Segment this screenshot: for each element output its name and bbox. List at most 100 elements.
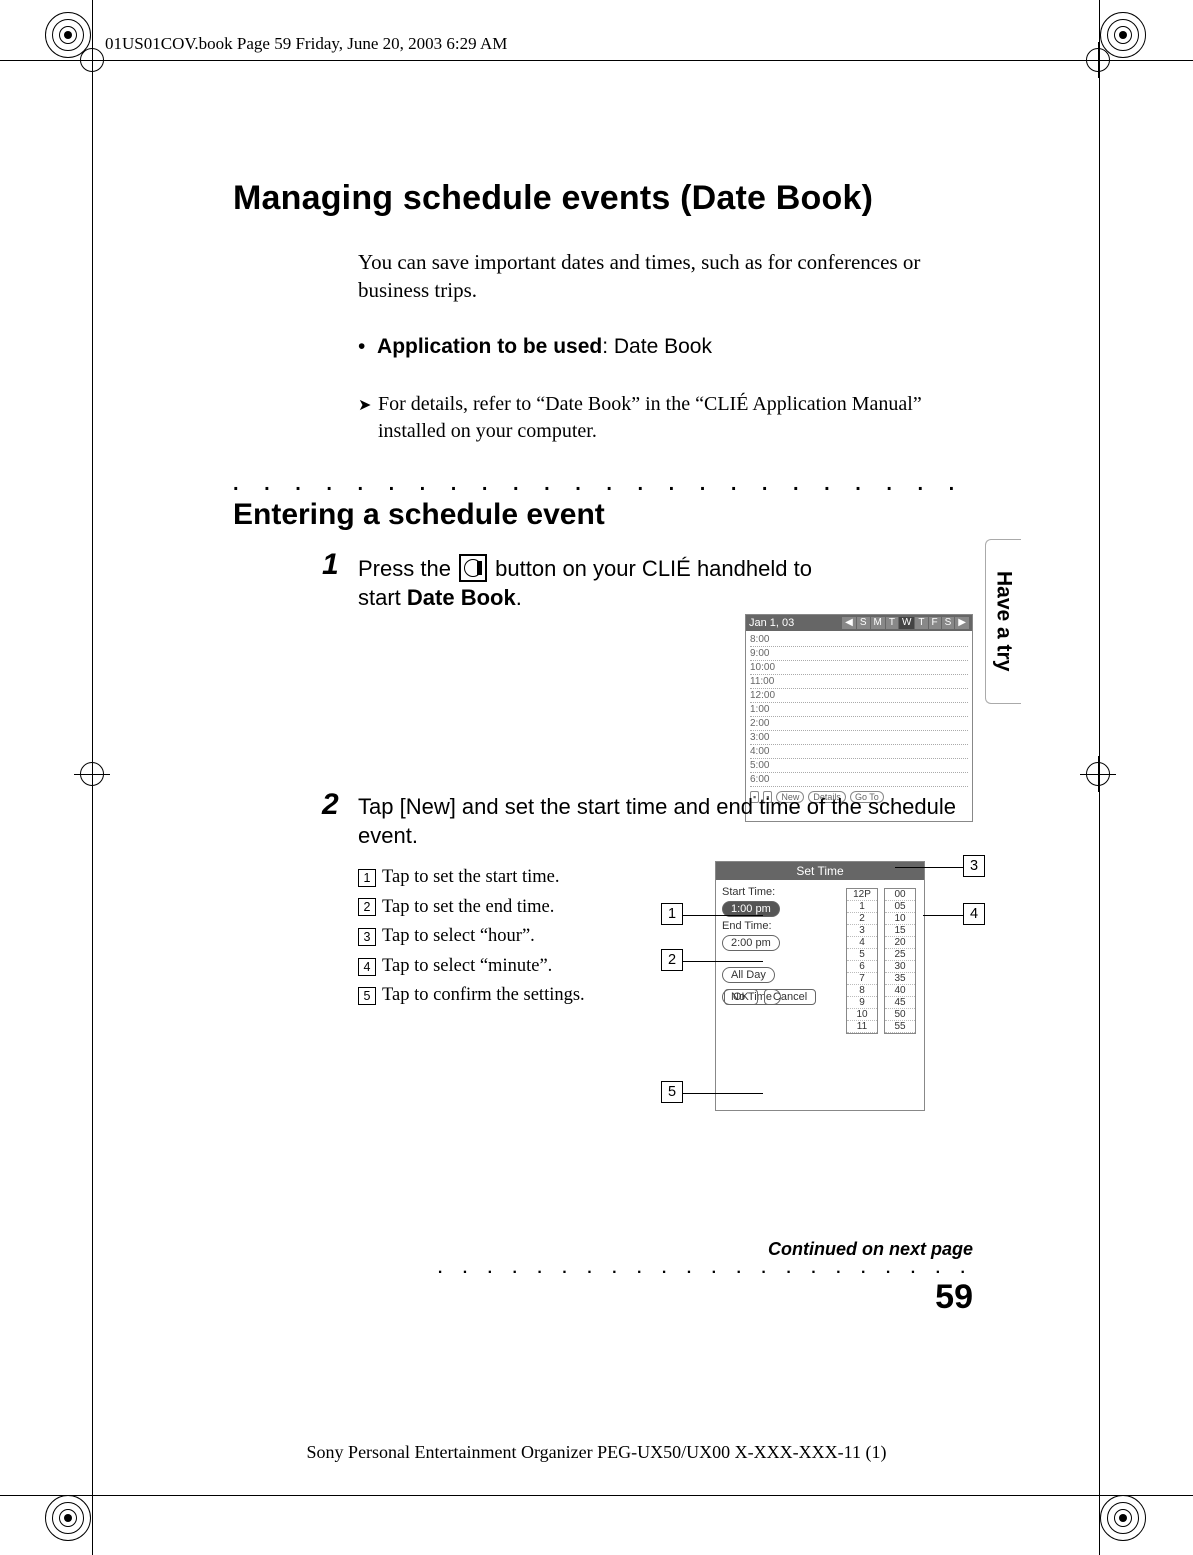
callout-2: 2 bbox=[661, 949, 683, 971]
hour-column: 12P 1 2 3 4 5 6 7 8 9 10 11 bbox=[846, 888, 878, 1034]
mn: 15 bbox=[885, 925, 915, 937]
page-content: Managing schedule events (Date Book) You… bbox=[233, 179, 973, 1163]
reference-note: ➤ For details, refer to “Date Book” in t… bbox=[358, 391, 968, 445]
time-row: 1:00 bbox=[750, 703, 968, 717]
time-row: 2:00 bbox=[750, 717, 968, 731]
registration-mark-icon bbox=[80, 762, 104, 786]
callout-lead bbox=[683, 915, 763, 916]
mn: 45 bbox=[885, 997, 915, 1009]
arrow-right-icon: ➤ bbox=[358, 395, 371, 417]
intro-text: You can save important dates and times, … bbox=[358, 248, 968, 305]
datebook-day-screenshot: Jan 1, 03 ◀ S M T W T F S ▶ 8:00 bbox=[745, 614, 973, 822]
legend-text: Tap to set the start time. bbox=[382, 863, 560, 893]
step-number: 1 bbox=[322, 548, 339, 582]
callout-3: 3 bbox=[963, 855, 985, 877]
registration-mark-icon bbox=[1086, 762, 1110, 786]
side-tab: Have a try bbox=[985, 539, 1021, 704]
callout-5: 5 bbox=[661, 1081, 683, 1103]
application-value: Date Book bbox=[614, 335, 712, 358]
legend-num: 2 bbox=[358, 898, 376, 916]
legend-num: 5 bbox=[358, 987, 376, 1005]
legend-num: 4 bbox=[358, 958, 376, 976]
side-tab-label: Have a try bbox=[992, 571, 1016, 671]
step-2: 2 Tap [New] and set the start time and e… bbox=[358, 792, 973, 1163]
hr: 3 bbox=[847, 925, 877, 937]
print-target-icon bbox=[45, 1495, 91, 1541]
legend-text: Tap to select “hour”. bbox=[382, 922, 535, 952]
day-s: S bbox=[857, 617, 870, 629]
divider-dots: . . . . . . . . . . . . . . . . . . . . … bbox=[233, 473, 973, 496]
continued-label: Continued on next page bbox=[438, 1239, 973, 1260]
time-row: 9:00 bbox=[750, 647, 968, 661]
day-f: F bbox=[929, 617, 941, 629]
hr: 12P bbox=[847, 889, 877, 901]
callout-lead bbox=[923, 915, 963, 916]
step2-text: Tap [New] and set the start time and end… bbox=[358, 792, 968, 851]
callout-1: 1 bbox=[661, 903, 683, 925]
mn: 25 bbox=[885, 949, 915, 961]
mn: 05 bbox=[885, 901, 915, 913]
registration-mark-icon bbox=[80, 48, 104, 72]
application-label: Application to be used bbox=[377, 335, 602, 358]
step-1: 1 Press the button on your CLIÉ handheld… bbox=[358, 554, 973, 772]
end-time-value: 2:00 pm bbox=[722, 935, 780, 951]
continued-block: Continued on next page . . . . . . . . .… bbox=[438, 1239, 973, 1317]
settime-title: Set Time bbox=[716, 862, 924, 880]
page-footer: Sony Personal Entertainment Organizer PE… bbox=[0, 1442, 1193, 1463]
reference-text: For details, refer to “Date Book” in the… bbox=[378, 393, 922, 442]
callout-lead bbox=[683, 961, 763, 962]
hr: 1 bbox=[847, 901, 877, 913]
registration-mark-icon bbox=[1086, 48, 1110, 72]
hr: 9 bbox=[847, 997, 877, 1009]
hr: 6 bbox=[847, 961, 877, 973]
legend-text: Tap to set the end time. bbox=[382, 893, 554, 923]
step1-text-d: . bbox=[516, 585, 522, 610]
hr: 4 bbox=[847, 937, 877, 949]
mn: 35 bbox=[885, 973, 915, 985]
callout-lead bbox=[895, 867, 963, 868]
step1-appname: Date Book bbox=[407, 585, 516, 610]
step1-text-a: Press the bbox=[358, 556, 457, 581]
minute-column: 00 05 10 15 20 25 30 35 40 45 50 55 bbox=[884, 888, 916, 1034]
day-t: T bbox=[886, 617, 898, 629]
print-target-icon bbox=[1100, 1495, 1146, 1541]
all-day-btn: All Day bbox=[722, 967, 775, 983]
time-row: 4:00 bbox=[750, 745, 968, 759]
time-row: 5:00 bbox=[750, 759, 968, 773]
time-row: 6:00 bbox=[750, 773, 968, 787]
section-heading: Entering a schedule event bbox=[233, 498, 973, 532]
mn: 30 bbox=[885, 961, 915, 973]
time-row: 10:00 bbox=[750, 661, 968, 675]
step-number: 2 bbox=[322, 788, 339, 822]
screenshot-days: ◀ S M T W T F S ▶ bbox=[842, 617, 969, 629]
application-bullet: • Application to be used: Date Book bbox=[358, 335, 973, 359]
hr: 2 bbox=[847, 913, 877, 925]
mn: 55 bbox=[885, 1021, 915, 1033]
page-number: 59 bbox=[438, 1278, 973, 1317]
cancel-btn: Cancel bbox=[764, 989, 816, 1005]
mn: 20 bbox=[885, 937, 915, 949]
mn: 00 bbox=[885, 889, 915, 901]
screenshot-date: Jan 1, 03 bbox=[749, 617, 794, 629]
hr: 7 bbox=[847, 973, 877, 985]
datebook-button-icon bbox=[459, 554, 487, 582]
screenshot-timeslots: 8:00 9:00 10:00 11:00 12:00 1:00 2:00 3:… bbox=[746, 631, 972, 789]
time-row: 8:00 bbox=[750, 633, 968, 647]
mn: 40 bbox=[885, 985, 915, 997]
legend-text: Tap to confirm the settings. bbox=[382, 981, 585, 1011]
footer-text: Sony Personal Entertainment Organizer PE… bbox=[307, 1442, 887, 1462]
day-m: M bbox=[871, 617, 885, 629]
book-header: 01US01COV.book Page 59 Friday, June 20, … bbox=[105, 34, 507, 54]
ok-btn: OK bbox=[724, 989, 758, 1005]
legend-num: 3 bbox=[358, 928, 376, 946]
settime-screenshot: Set Time Start Time: 1:00 pm End Time: 2… bbox=[715, 861, 925, 1111]
crop-mark-top bbox=[0, 60, 1193, 61]
legend-text: Tap to select “minute”. bbox=[382, 952, 552, 982]
hr: 8 bbox=[847, 985, 877, 997]
callout-lead bbox=[683, 1093, 763, 1094]
day-t2: T bbox=[915, 617, 927, 629]
mn: 10 bbox=[885, 913, 915, 925]
legend-num: 1 bbox=[358, 869, 376, 887]
day-w: W bbox=[899, 617, 914, 629]
crop-mark-bottom bbox=[0, 1495, 1193, 1496]
